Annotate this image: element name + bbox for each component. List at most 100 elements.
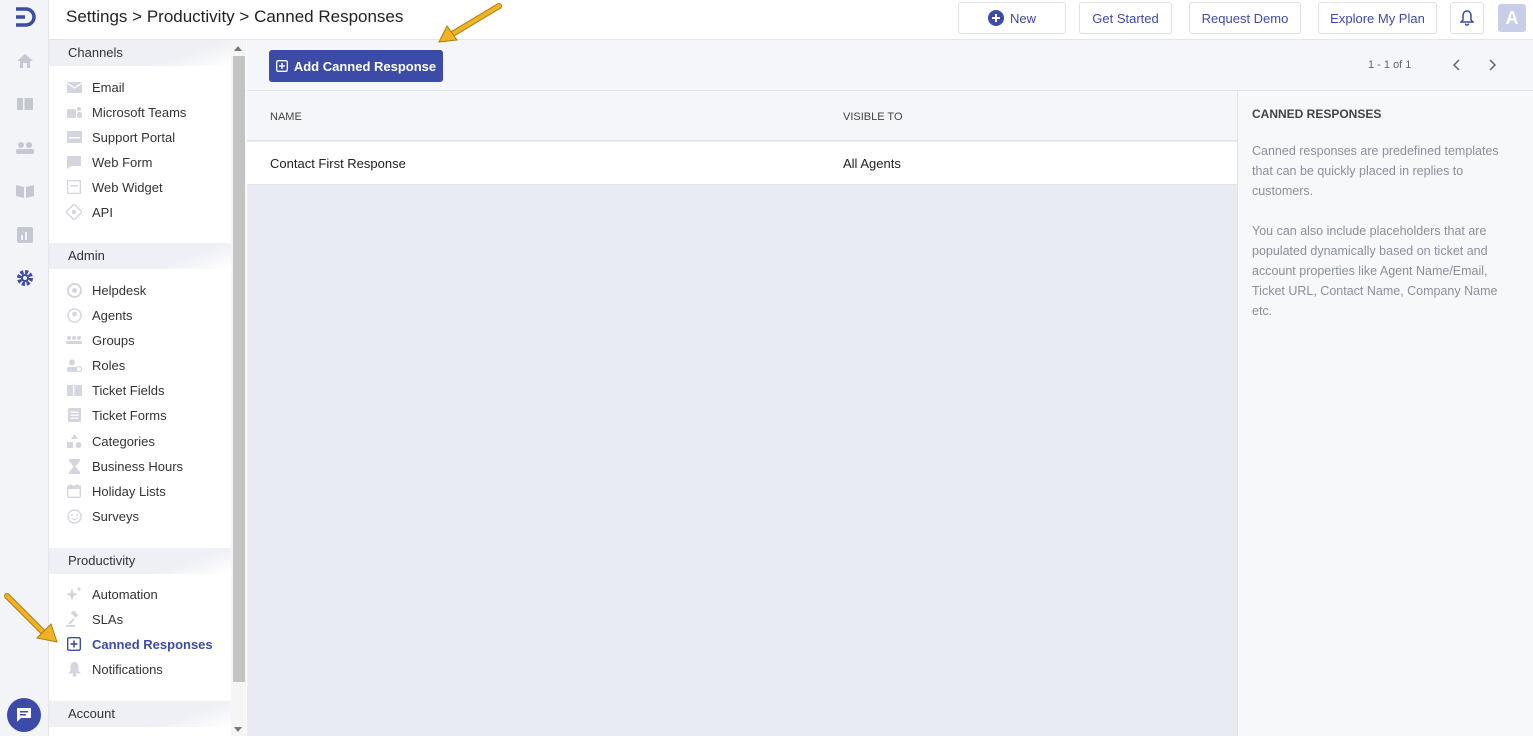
sidebar-item-label: Microsoft Teams (92, 104, 187, 120)
tickets-icon[interactable] (14, 93, 36, 115)
sidebar-item-categories[interactable]: Categories (66, 431, 155, 451)
get-started-button[interactable]: Get Started (1079, 2, 1172, 34)
api-icon (66, 204, 82, 220)
sidebar-item-email[interactable]: Email (66, 77, 125, 97)
sidebar-item-roles[interactable]: Roles (66, 355, 125, 375)
web-form-icon (66, 154, 82, 170)
sidebar-item-label: Business Hours (92, 458, 184, 474)
sidebar-item-label: Web Widget (92, 179, 163, 195)
settings-icon[interactable] (14, 267, 36, 289)
reports-icon[interactable] (14, 224, 36, 246)
help-paragraph: You can also include placeholders that a… (1252, 224, 1498, 318)
next-page-icon[interactable] (1487, 58, 1499, 72)
email-icon (66, 79, 82, 95)
request-demo-label: Request Demo (1201, 10, 1289, 26)
row-visible-to: All Agents (843, 156, 901, 171)
annotation-arrow-icon (438, 3, 502, 43)
help-title: CANNED RESPONSES (1252, 107, 1382, 121)
bell-icon (66, 661, 82, 677)
sidebar-item-helpdesk[interactable]: Helpdesk (66, 280, 146, 300)
sidebar-item-label: Categories (92, 433, 155, 449)
add-canned-response-label: Add Canned Response (293, 58, 437, 74)
sidebar-item-business-hours[interactable]: Business Hours (66, 456, 183, 476)
sparkle-icon (66, 586, 82, 602)
teams-icon (66, 104, 82, 120)
sidebar-item-web-form[interactable]: Web Form (66, 152, 152, 172)
scroll-up-arrow-icon[interactable] (234, 46, 242, 51)
app-logo-icon[interactable] (12, 6, 38, 28)
breadcrumb-separator: > (127, 7, 147, 26)
request-demo-button[interactable]: Request Demo (1189, 2, 1301, 34)
canned-response-icon (66, 636, 82, 652)
sidebar-item-label: Automation (92, 586, 158, 602)
chat-support-icon[interactable] (7, 698, 41, 732)
column-header-name[interactable]: NAME (270, 111, 302, 123)
sidebar-item-label: Canned Responses (92, 636, 213, 652)
sidebar-item-slas[interactable]: SLAs (66, 609, 123, 629)
knowledge-base-icon[interactable] (14, 180, 36, 202)
breadcrumb: Settings > Productivity > Canned Respons… (66, 7, 403, 27)
sidebar-item-label: Email (92, 79, 125, 95)
sidebar-item-automation[interactable]: Automation (66, 584, 158, 604)
section-account: Account (49, 701, 231, 727)
sidebar-item-support-portal[interactable]: Support Portal (66, 127, 175, 147)
sidebar-item-ticket-fields[interactable]: Ticket Fields (66, 380, 164, 400)
sidebar-item-web-widget[interactable]: Web Widget (66, 177, 163, 197)
breadcrumb-current: Canned Responses (254, 7, 404, 26)
column-header-visible-to[interactable]: VISIBLE TO (843, 111, 903, 123)
sidebar-item-agents[interactable]: Agents (66, 305, 132, 325)
plus-circle-icon (987, 10, 1004, 26)
scroll-down-arrow-icon[interactable] (234, 727, 242, 732)
breadcrumb-separator: > (234, 7, 255, 26)
sidebar-item-api[interactable]: API (66, 202, 113, 222)
breadcrumb-settings[interactable]: Settings (66, 7, 127, 26)
help-paragraph: Canned responses are predefined template… (1252, 144, 1499, 198)
helpdesk-icon (66, 282, 82, 298)
sidebar-scrollbar[interactable] (231, 40, 246, 736)
sidebar-item-surveys[interactable]: Surveys (66, 506, 139, 526)
sidebar-item-holiday-lists[interactable]: Holiday Lists (66, 481, 166, 501)
sidebar-item-label: API (92, 204, 113, 220)
sidebar-item-label: Notifications (92, 661, 163, 677)
agents-icon (66, 307, 82, 323)
previous-page-icon[interactable] (1450, 58, 1462, 72)
settings-sidebar: Channels Email Microsoft Teams Support P… (49, 40, 246, 736)
section-channels: Channels (49, 40, 231, 66)
new-button[interactable]: New (958, 2, 1066, 34)
sidebar-item-notifications[interactable]: Notifications (66, 659, 163, 679)
sidebar-item-label: Ticket Forms (92, 407, 167, 423)
explore-plan-button[interactable]: Explore My Plan (1318, 2, 1437, 34)
table-row[interactable]: Contact First Response All Agents (247, 142, 1237, 185)
sidebar-item-groups[interactable]: Groups (66, 330, 135, 350)
gavel-icon (66, 611, 82, 627)
sidebar-item-label: SLAs (92, 611, 124, 627)
bell-icon (1460, 10, 1474, 26)
row-name[interactable]: Contact First Response (270, 156, 406, 171)
sidebar-item-label: Groups (92, 332, 135, 348)
help-panel: CANNED RESPONSES Canned responses are pr… (1237, 91, 1533, 736)
home-icon[interactable] (14, 50, 36, 72)
web-widget-icon (66, 179, 82, 195)
section-productivity: Productivity (49, 548, 231, 574)
scrollbar-thumb[interactable] (233, 56, 245, 682)
smiley-icon (66, 508, 82, 524)
sidebar-item-canned-responses[interactable]: Canned Responses (66, 634, 213, 654)
breadcrumb-productivity[interactable]: Productivity (147, 7, 235, 26)
sidebar-item-ticket-forms[interactable]: Ticket Forms (66, 405, 167, 425)
ticket-forms-icon (66, 407, 82, 423)
sidebar-item-label: Web Form (92, 154, 153, 170)
notifications-button[interactable] (1450, 2, 1484, 34)
sidebar-item-microsoft-teams[interactable]: Microsoft Teams (66, 102, 186, 122)
roles-icon (66, 357, 82, 373)
explore-plan-label: Explore My Plan (1330, 10, 1425, 26)
user-avatar[interactable]: A (1498, 4, 1526, 32)
categories-icon (66, 433, 82, 449)
pagination-info: 1 - 1 of 1 (1368, 59, 1412, 71)
get-started-label: Get Started (1092, 10, 1159, 26)
add-document-icon (275, 60, 288, 72)
contacts-icon[interactable] (14, 137, 36, 159)
new-button-label: New (1009, 10, 1036, 26)
add-canned-response-button[interactable]: Add Canned Response (269, 50, 443, 82)
sidebar-item-label: Ticket Fields (92, 382, 165, 398)
annotation-arrow-icon (4, 593, 58, 643)
